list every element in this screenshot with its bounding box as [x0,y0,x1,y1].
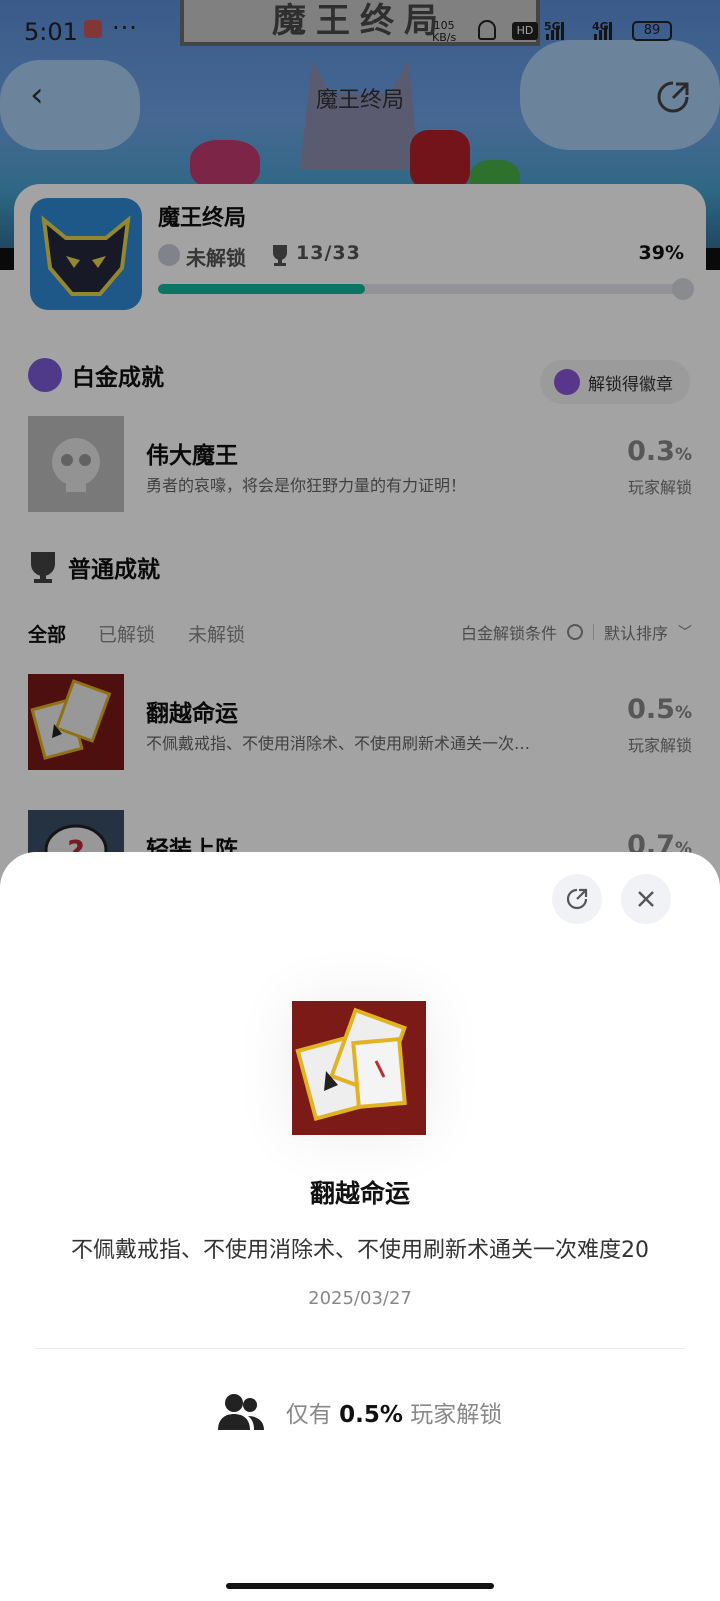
unlock-date: 2025/03/27 [308,1288,412,1309]
stat-suffix: 玩家解锁 [410,1402,503,1428]
stat-value: 0.5% [339,1402,403,1428]
cards-icon [295,1007,407,1121]
sheet-desc: 不佩戴戒指、不使用消除术、不使用刷新术通关一次难度20 [71,1238,649,1263]
close-icon [638,891,654,907]
sheet-share-button[interactable] [552,874,602,924]
unlock-stat: 仅有 0.5% 玩家解锁 [0,1392,720,1432]
users-icon [217,1394,264,1430]
unlock-stat-text: 仅有 0.5% 玩家解锁 [286,1395,502,1429]
sheet-title: 翻越命运 [309,1179,410,1208]
stat-prefix: 仅有 [285,1402,332,1428]
share-icon [566,888,588,910]
divider [34,1348,686,1349]
close-button[interactable] [621,874,671,924]
achievement-detail-sheet: 翻越命运 不佩戴戒指、不使用消除术、不使用刷新术通关一次难度20 2025/03… [0,852,720,1601]
achievement-art [292,1001,426,1135]
home-indicator[interactable] [226,1583,494,1589]
